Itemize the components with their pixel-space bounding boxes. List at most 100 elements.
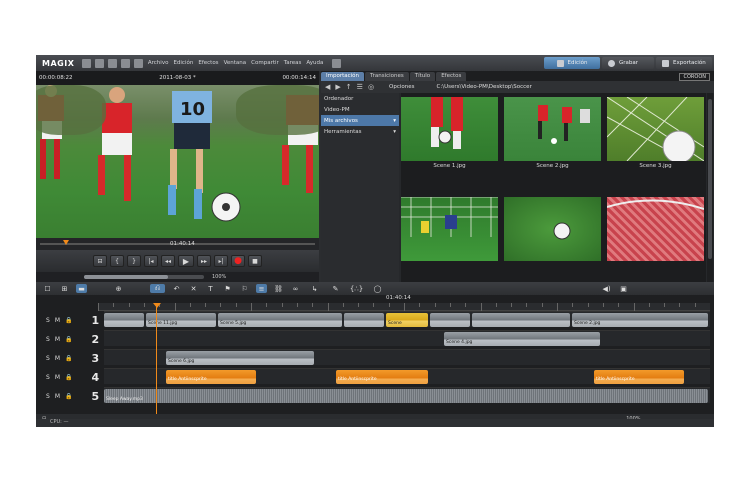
- tab-transiciones[interactable]: Transiciones: [365, 72, 409, 81]
- menu-ventana[interactable]: Ventana: [224, 60, 247, 66]
- title-icon[interactable]: T: [205, 284, 216, 293]
- menu-efectos[interactable]: Efectos: [198, 60, 218, 66]
- edit-mode-button[interactable]: Edición: [544, 57, 600, 69]
- timeline-clip[interactable]: Scene 5.jpg: [218, 313, 342, 327]
- timeline-clip[interactable]: [472, 313, 570, 327]
- video-preview[interactable]: 10: [36, 85, 319, 238]
- new-file-icon[interactable]: [82, 58, 92, 68]
- menu-tareas[interactable]: Tareas: [284, 60, 302, 66]
- solo-toggle[interactable]: S: [46, 355, 50, 362]
- thumbnail-scene-3[interactable]: [607, 97, 704, 161]
- save-icon[interactable]: [108, 58, 118, 68]
- folder-path[interactable]: C:\Users\Video-PM\Desktop\Soccer: [437, 84, 532, 90]
- solo-toggle[interactable]: S: [46, 317, 50, 324]
- group-icon[interactable]: ∞: [290, 284, 301, 293]
- forward-icon[interactable]: ▶: [335, 83, 340, 91]
- tree-item-mis-archivos[interactable]: Mis archivos ▾: [321, 115, 399, 126]
- undo-icon[interactable]: ↶: [171, 284, 182, 293]
- mute-toggle[interactable]: M: [55, 393, 60, 400]
- stop-button[interactable]: ■: [248, 255, 262, 267]
- tree-item-ordenador[interactable]: Ordenador: [321, 93, 399, 104]
- title-clip[interactable]: title Antiinscprite: [166, 370, 256, 384]
- timeline-clip[interactable]: Scene 4.jpg: [444, 332, 600, 346]
- title-clip[interactable]: title Antiinscprite: [594, 370, 684, 384]
- single-view-icon[interactable]: ☐: [42, 284, 53, 293]
- fx-icon[interactable]: {∴}: [349, 284, 364, 293]
- back-icon[interactable]: ◀: [325, 83, 330, 91]
- mixer-icon[interactable]: ▣: [618, 284, 629, 293]
- link-icon[interactable]: ⛓: [273, 284, 284, 293]
- track-4[interactable]: title Antiinscprite title Antiinscprite …: [104, 368, 710, 384]
- cut-mode-icon[interactable]: ⎌: [150, 284, 165, 293]
- thumbnail-scene-6[interactable]: [607, 197, 704, 261]
- tab-efectos[interactable]: Efectos: [436, 72, 467, 81]
- export-mode-button[interactable]: Exportación: [656, 57, 712, 69]
- lock-icon[interactable]: 🔒: [65, 374, 72, 381]
- timeline-clip[interactable]: Scene: [386, 313, 428, 327]
- effects-icon[interactable]: ↳: [307, 284, 322, 293]
- scrollbar-thumb[interactable]: [708, 99, 712, 259]
- menu-compartir[interactable]: Compartir: [251, 60, 279, 66]
- edit-tool-icon[interactable]: ✎: [328, 284, 343, 293]
- fast-forward-button[interactable]: ▸▸: [197, 255, 211, 267]
- binoculars-icon[interactable]: ◎: [368, 83, 374, 91]
- mute-toggle[interactable]: M: [55, 336, 60, 343]
- solo-toggle[interactable]: S: [46, 393, 50, 400]
- play-button[interactable]: ▶: [178, 255, 194, 267]
- player-zoom[interactable]: 100%: [212, 274, 226, 280]
- view-list-icon[interactable]: ☰: [357, 83, 363, 91]
- lock-icon[interactable]: 🔒: [65, 336, 72, 343]
- menu-edicion[interactable]: Edición: [173, 60, 193, 66]
- timeline-clip[interactable]: Scene 6.jpg: [166, 351, 314, 365]
- rewind-button[interactable]: ◂◂: [161, 255, 175, 267]
- undo-icon[interactable]: [121, 58, 131, 68]
- go-to-end-button[interactable]: ▸|: [214, 255, 228, 267]
- mute-toggle[interactable]: M: [55, 317, 60, 324]
- timeline-ruler[interactable]: [98, 303, 710, 311]
- volume-slider[interactable]: [84, 275, 204, 279]
- mouse-mode-icon[interactable]: ⊕: [111, 284, 126, 293]
- lock-icon[interactable]: 🔒: [65, 355, 72, 362]
- menu-archivo[interactable]: Archivo: [148, 60, 169, 66]
- lock-icon[interactable]: 🔒: [65, 317, 72, 324]
- thumbnail-scene-4[interactable]: [401, 197, 498, 261]
- mute-toggle[interactable]: M: [55, 355, 60, 362]
- open-folder-icon[interactable]: [95, 58, 105, 68]
- timeline-clip[interactable]: [104, 313, 144, 327]
- audio-clip[interactable]: Sleep Away.mp3: [104, 389, 708, 403]
- track-3[interactable]: Scene 6.jpg: [104, 349, 710, 365]
- playhead[interactable]: [156, 303, 157, 421]
- mask-icon[interactable]: ◯: [370, 284, 385, 293]
- mute-toggle[interactable]: M: [55, 374, 60, 381]
- track-mode-icon[interactable]: ≡: [256, 284, 267, 293]
- solo-toggle[interactable]: S: [46, 374, 50, 381]
- tab-titulo[interactable]: Título: [409, 72, 436, 81]
- player-scrub-bar[interactable]: 01:40:14: [36, 238, 319, 250]
- record-button[interactable]: ●: [231, 255, 245, 267]
- thumbnail-scene-1[interactable]: [401, 97, 498, 161]
- title-clip[interactable]: title Antiinscprite: [336, 370, 428, 384]
- go-to-start-button[interactable]: |◂: [144, 255, 158, 267]
- up-folder-icon[interactable]: ↑: [346, 83, 352, 91]
- info-icon[interactable]: [331, 58, 341, 68]
- track-2[interactable]: Scene 4.jpg: [104, 330, 710, 346]
- track-5[interactable]: Sleep Away.mp3: [104, 387, 710, 403]
- multi-view-icon[interactable]: ⊞: [59, 284, 70, 293]
- marker-icon[interactable]: ⚑: [222, 284, 233, 293]
- timeline-view-icon[interactable]: ▬: [76, 284, 87, 293]
- options-button[interactable]: Opciones: [389, 84, 414, 90]
- scrub-marker[interactable]: [63, 240, 69, 245]
- media-pool-scrollbar[interactable]: [707, 93, 713, 282]
- help-icon[interactable]: [134, 58, 144, 68]
- track-1[interactable]: Scene 11.jpg Scene 5.jpg Scene Scene 2.j…: [104, 311, 710, 327]
- tab-importacion[interactable]: Importación: [321, 72, 365, 81]
- delete-icon[interactable]: ✕: [188, 284, 199, 293]
- thumbnail-scene-5[interactable]: [504, 197, 601, 261]
- menu-ayuda[interactable]: Ayuda: [306, 60, 323, 66]
- playhead-marker[interactable]: [153, 303, 161, 308]
- solo-toggle[interactable]: S: [46, 336, 50, 343]
- timeline-clip[interactable]: Scene 2.jpg: [572, 313, 708, 327]
- speaker-icon[interactable]: ◀): [601, 284, 612, 293]
- thumbnail-scene-2[interactable]: [504, 97, 601, 161]
- monitor-button[interactable]: ⊟: [93, 255, 107, 267]
